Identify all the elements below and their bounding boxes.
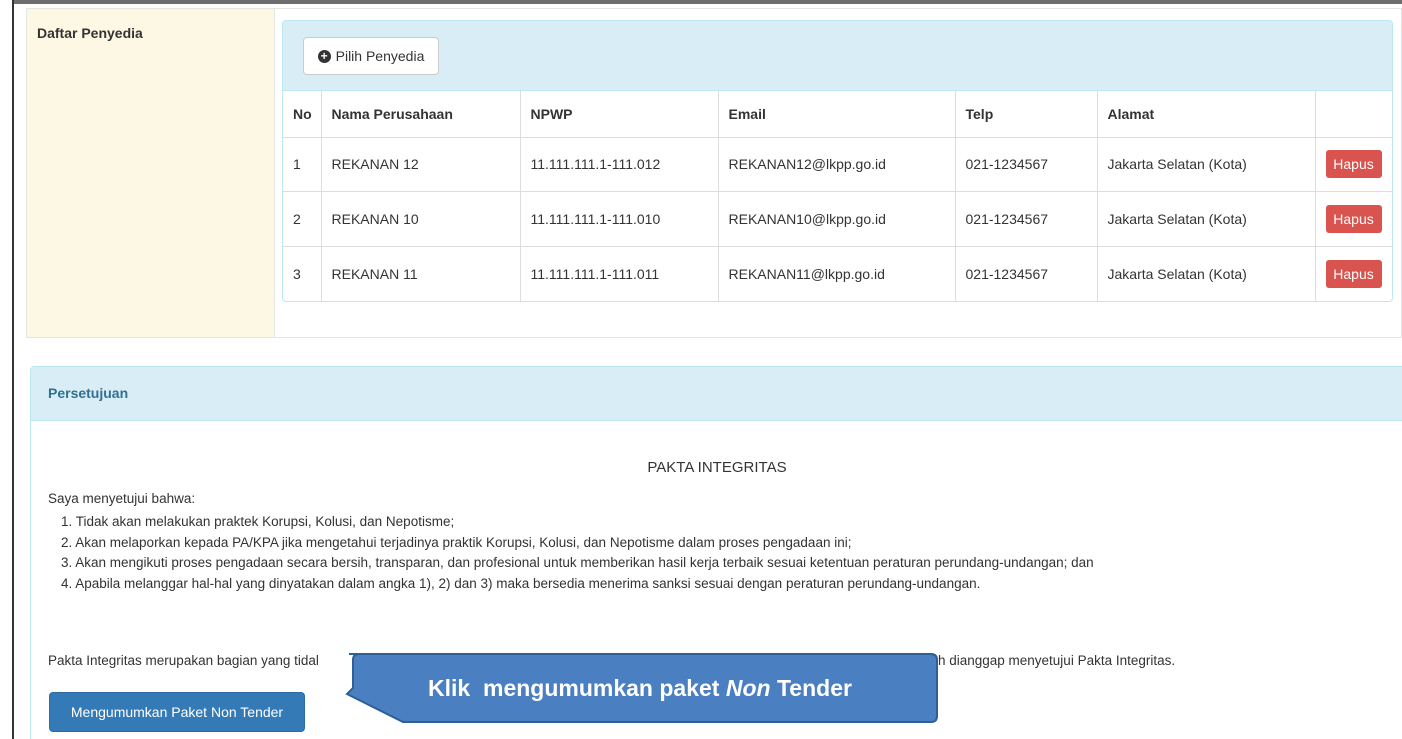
penyedia-table: No Nama Perusahaan NPWP Email Telp Alama… xyxy=(283,91,1392,301)
cell-telp: 021-1234567 xyxy=(955,191,1098,247)
penyedia-label: Daftar Penyedia xyxy=(37,25,143,41)
cell-npwp: 11.111.111.1-111.011 xyxy=(520,246,719,301)
cell-alamat: Jakarta Selatan (Kota) xyxy=(1097,246,1316,301)
persetujuan-heading: Persetujuan xyxy=(48,385,129,401)
table-row: 3 REKANAN 11 11.111.111.1-111.011 REKANA… xyxy=(283,246,1392,301)
cell-no: 2 xyxy=(283,191,322,247)
plus-circle-icon: + xyxy=(317,49,331,63)
column-header-npwp: NPWP xyxy=(520,91,719,138)
callout-text: Klik mengumumkan paket Non Tender xyxy=(343,654,937,722)
cell-nama: REKANAN 12 xyxy=(321,137,521,192)
footer-note-right: a telah dianggap menyetujui Pakta Integr… xyxy=(904,653,1176,668)
cell-email: REKANAN12@lkpp.go.id xyxy=(718,137,956,192)
agreement-intro: Saya menyetujui bahwa: xyxy=(48,491,196,506)
column-header-telp: Telp xyxy=(955,91,1098,138)
persetujuan-panel-header: Persetujuan xyxy=(31,367,1402,421)
cell-action: Hapus xyxy=(1315,191,1392,247)
table-header-row: No Nama Perusahaan NPWP Email Telp Alama… xyxy=(283,91,1392,138)
cell-nama: REKANAN 11 xyxy=(321,246,521,301)
footer-note-left: Pakta Integritas merupakan bagian yang t… xyxy=(48,653,319,668)
cell-nama: REKANAN 10 xyxy=(321,191,521,247)
pakta-integritas-title: PAKTA INTEGRITAS xyxy=(647,459,787,476)
list-item: 3. Akan mengikuti proses pengadaan secar… xyxy=(61,555,1094,570)
cell-alamat: Jakarta Selatan (Kota) xyxy=(1097,191,1316,247)
penyedia-panel: + Pilih Penyedia No Nama Perusahaan NPWP… xyxy=(282,20,1393,302)
penyedia-label-cell: Daftar Penyedia xyxy=(27,9,275,337)
cell-email: REKANAN11@lkpp.go.id xyxy=(718,246,956,301)
cell-email: REKANAN10@lkpp.go.id xyxy=(718,191,956,247)
column-header-alamat: Alamat xyxy=(1097,91,1316,138)
list-item: 1. Tidak akan melakukan praktek Korupsi,… xyxy=(61,514,455,529)
table-row: 1 REKANAN 12 11.111.111.1-111.012 REKANA… xyxy=(283,137,1392,192)
list-item: 2. Akan melaporkan kepada PA/KPA jika me… xyxy=(61,534,852,550)
tutorial-callout: Klik mengumumkan paket Non Tender xyxy=(343,653,938,723)
window-frame-top xyxy=(14,0,1402,4)
agreement-terms-list: 1. Tidak akan melakukan praktek Korupsi,… xyxy=(61,512,1094,594)
column-header-email: Email xyxy=(718,91,956,138)
cell-npwp: 11.111.111.1-111.010 xyxy=(520,191,719,247)
cell-action: Hapus xyxy=(1315,246,1392,301)
pilih-penyedia-label: Pilih Penyedia xyxy=(335,48,425,64)
cell-alamat: Jakarta Selatan (Kota) xyxy=(1097,137,1316,192)
hapus-button[interactable]: Hapus xyxy=(1325,150,1382,179)
window-frame-left xyxy=(0,0,14,739)
cell-action: Hapus xyxy=(1315,137,1392,192)
callout-text-italic: Non xyxy=(725,674,771,701)
table-row: 2 REKANAN 10 11.111.111.1-111.010 REKANA… xyxy=(283,191,1392,247)
callout-text-before: Klik mengumumkan paket xyxy=(428,674,726,701)
column-header-no: No xyxy=(283,91,322,138)
column-header-nama: Nama Perusahaan xyxy=(321,91,521,138)
cell-telp: 021-1234567 xyxy=(955,246,1098,301)
list-item: 4. Apabila melanggar hal-hal yang dinyat… xyxy=(61,575,981,591)
cell-no: 1 xyxy=(283,137,322,192)
hapus-button[interactable]: Hapus xyxy=(1325,259,1382,288)
cell-npwp: 11.111.111.1-111.012 xyxy=(520,137,719,192)
mengumumkan-paket-button[interactable]: Mengumumkan Paket Non Tender xyxy=(49,692,305,732)
cell-telp: 021-1234567 xyxy=(955,137,1098,192)
pilih-penyedia-button[interactable]: + Pilih Penyedia xyxy=(303,37,439,75)
callout-text-after: Tender xyxy=(770,674,852,701)
penyedia-panel-header: + Pilih Penyedia xyxy=(283,21,1392,91)
cell-no: 3 xyxy=(283,246,322,301)
hapus-button[interactable]: Hapus xyxy=(1325,204,1382,233)
column-header-action xyxy=(1315,91,1392,138)
